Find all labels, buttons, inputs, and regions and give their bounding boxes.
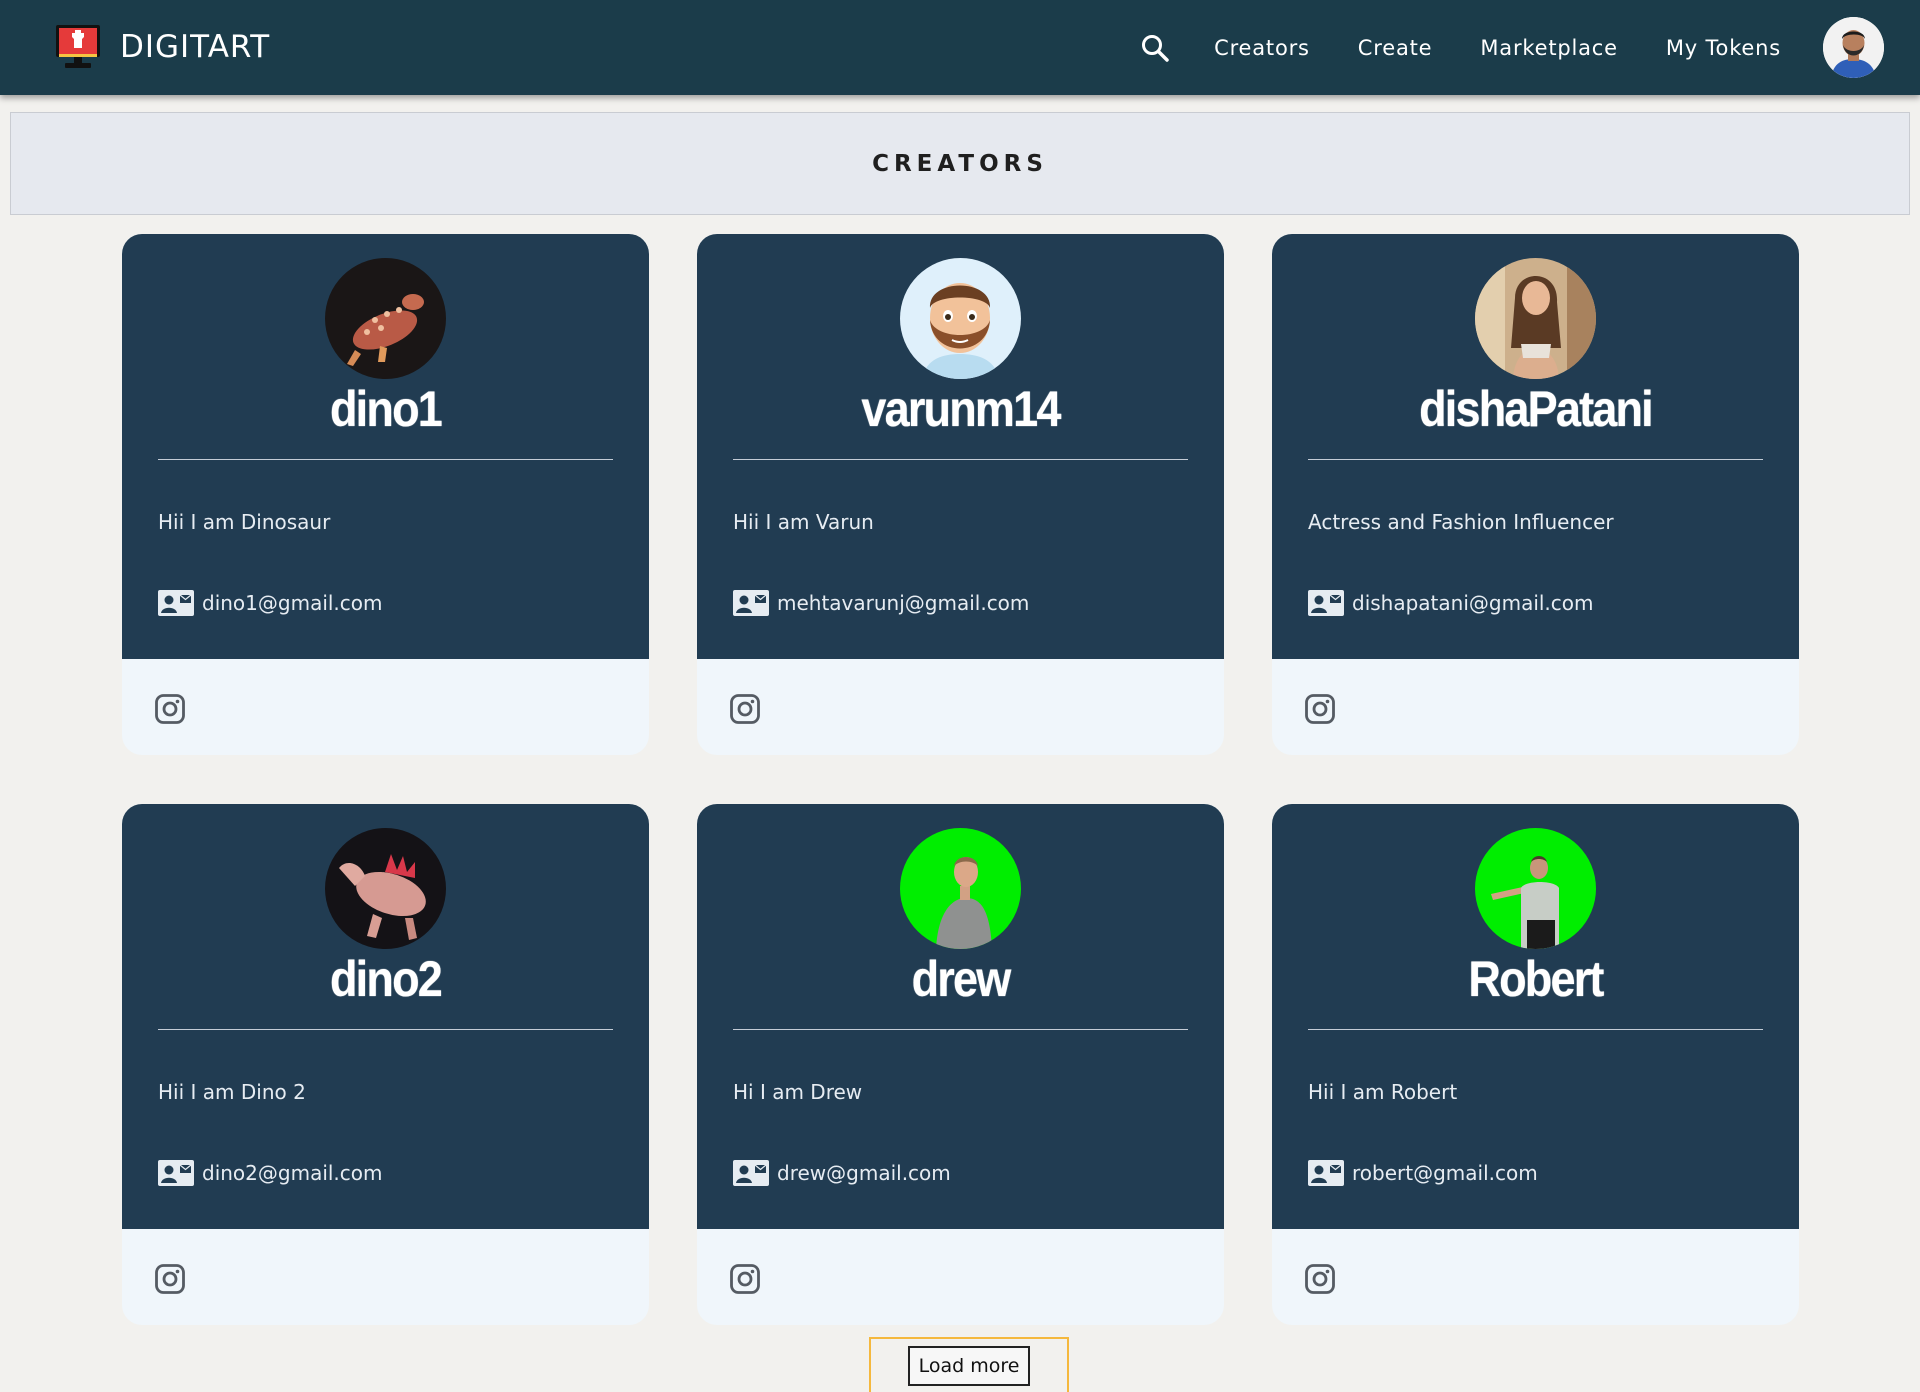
monitor-logo-icon [56, 25, 100, 68]
creator-email: mehtavarunj@gmail.com [777, 591, 1030, 615]
creator-avatar [325, 258, 446, 379]
creator-email: dino1@gmail.com [202, 591, 383, 615]
creator-card-footer [1272, 659, 1799, 755]
contact-card-icon [158, 1160, 194, 1186]
creator-contact: dishapatani@gmail.com [1308, 590, 1594, 616]
creator-username: varunm14 [861, 381, 1061, 437]
load-more-button[interactable]: Load more [908, 1346, 1030, 1386]
page-header: CREATORS [10, 112, 1910, 215]
divider [1308, 1029, 1763, 1030]
creator-email: dino2@gmail.com [202, 1161, 383, 1185]
creator-bio: Actress and Fashion Influencer [1308, 510, 1614, 534]
creator-avatar [1475, 828, 1596, 949]
creator-avatar [900, 258, 1021, 379]
creator-card[interactable]: dino2 Hii I am Dino 2 dino2@gmail.com [122, 804, 649, 1325]
creator-username: dishaPatani [1419, 381, 1654, 437]
creator-username: dino2 [329, 951, 443, 1007]
creators-grid: dino1 Hii I am Dinosaur dino1@gmail.com [122, 234, 1799, 1325]
creator-username: dino1 [329, 381, 443, 437]
creator-contact: dino2@gmail.com [158, 1160, 383, 1186]
creator-username: Robert [1468, 951, 1604, 1007]
contact-card-icon [1308, 1160, 1344, 1186]
instagram-icon[interactable] [154, 1263, 186, 1295]
creator-bio: Hii I am Robert [1308, 1080, 1458, 1104]
creator-card-footer [122, 1229, 649, 1325]
contact-card-icon [158, 590, 194, 616]
instagram-icon[interactable] [729, 1263, 761, 1295]
creator-contact: drew@gmail.com [733, 1160, 951, 1186]
search-icon[interactable] [1140, 33, 1170, 63]
creator-card-footer [697, 1229, 1224, 1325]
divider [733, 1029, 1188, 1030]
creator-card[interactable]: varunm14 Hii I am Varun mehtavarunj@gmai… [697, 234, 1224, 755]
instagram-icon[interactable] [1304, 1263, 1336, 1295]
creator-email: drew@gmail.com [777, 1161, 951, 1185]
creator-bio: Hii I am Dino 2 [158, 1080, 306, 1104]
nav-link-creators[interactable]: Creators [1214, 36, 1310, 60]
creator-bio: Hi I am Drew [733, 1080, 863, 1104]
page-title: CREATORS [872, 150, 1048, 177]
creator-card-footer [697, 659, 1224, 755]
creator-card-header: dino1 Hii I am Dinosaur dino1@gmail.com [122, 234, 649, 659]
creator-avatar [1475, 258, 1596, 379]
nav-link-my-tokens[interactable]: My Tokens [1666, 36, 1781, 60]
instagram-icon[interactable] [729, 693, 761, 725]
contact-card-icon [733, 590, 769, 616]
creator-card[interactable]: Robert Hii I am Robert robert@gmail.com [1272, 804, 1799, 1325]
divider [1308, 459, 1763, 460]
profile-avatar[interactable] [1823, 17, 1884, 78]
creator-email: dishapatani@gmail.com [1352, 591, 1594, 615]
nav-link-create[interactable]: Create [1358, 36, 1433, 60]
creator-email: robert@gmail.com [1352, 1161, 1538, 1185]
creator-username: drew [911, 951, 1012, 1007]
creator-card[interactable]: drew Hi I am Drew drew@gmail.com [697, 804, 1224, 1325]
divider [158, 459, 613, 460]
divider [733, 459, 1188, 460]
creator-card-header: drew Hi I am Drew drew@gmail.com [697, 804, 1224, 1229]
nav-link-marketplace[interactable]: Marketplace [1480, 36, 1618, 60]
creator-card[interactable]: dino1 Hii I am Dinosaur dino1@gmail.com [122, 234, 649, 755]
creator-contact: dino1@gmail.com [158, 590, 383, 616]
navbar: DIGITART Creators Create Marketplace My … [0, 0, 1920, 95]
creator-card-footer [122, 659, 649, 755]
contact-card-icon [733, 1160, 769, 1186]
creator-card-header: dishaPatani Actress and Fashion Influenc… [1272, 234, 1799, 659]
creator-card-header: varunm14 Hii I am Varun mehtavarunj@gmai… [697, 234, 1224, 659]
creator-avatar [325, 828, 446, 949]
divider [158, 1029, 613, 1030]
instagram-icon[interactable] [154, 693, 186, 725]
creator-card[interactable]: dishaPatani Actress and Fashion Influenc… [1272, 234, 1799, 755]
creator-card-header: Robert Hii I am Robert robert@gmail.com [1272, 804, 1799, 1229]
nav-menu: Creators Create Marketplace My Tokens [1140, 17, 1884, 78]
instagram-icon[interactable] [1304, 693, 1336, 725]
creator-contact: mehtavarunj@gmail.com [733, 590, 1029, 616]
creator-card-footer [1272, 1229, 1799, 1325]
creator-bio: Hii I am Varun [733, 510, 874, 534]
brand-name: DIGITART [120, 29, 271, 65]
creator-contact: robert@gmail.com [1308, 1160, 1538, 1186]
creator-card-header: dino2 Hii I am Dino 2 dino2@gmail.com [122, 804, 649, 1229]
load-more-focus-ring: Load more [869, 1337, 1069, 1392]
creator-bio: Hii I am Dinosaur [158, 510, 331, 534]
creator-avatar [900, 828, 1021, 949]
brand[interactable]: DIGITART [54, 23, 270, 71]
contact-card-icon [1308, 590, 1344, 616]
